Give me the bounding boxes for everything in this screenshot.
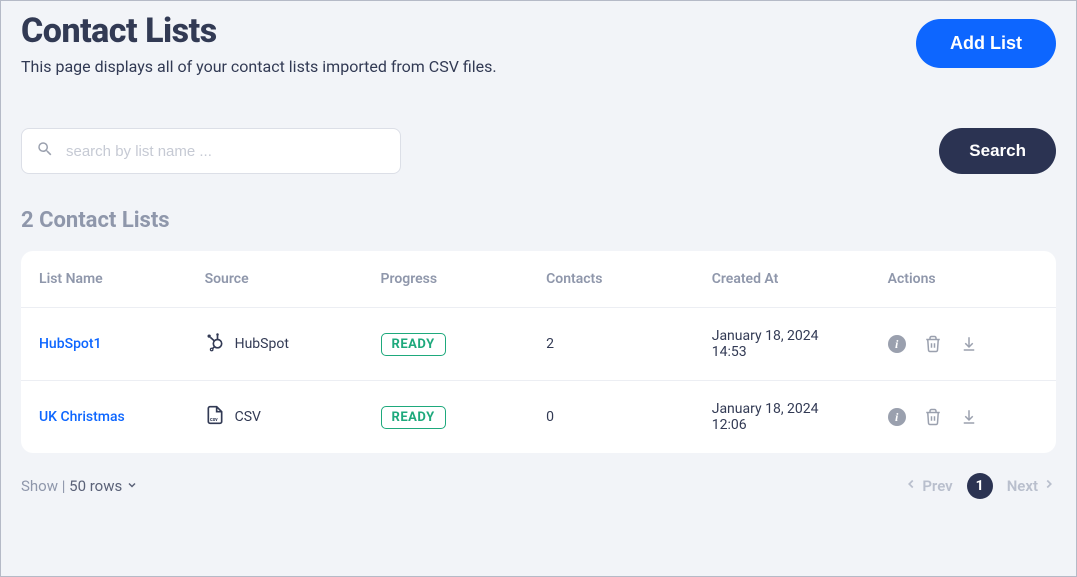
trash-icon[interactable] — [924, 408, 942, 426]
search-box[interactable] — [21, 128, 401, 174]
search-input[interactable] — [66, 143, 386, 160]
show-label: Show — [21, 477, 58, 495]
list-name-link[interactable]: HubSpot1 — [39, 336, 102, 352]
info-icon[interactable]: i — [888, 335, 906, 353]
contacts-value: 2 — [528, 308, 694, 381]
info-icon[interactable]: i — [888, 408, 906, 426]
list-count-heading: 2 Contact Lists — [21, 208, 1056, 233]
trash-icon[interactable] — [924, 335, 942, 353]
progress-badge: READY — [381, 406, 446, 429]
page-title: Contact Lists — [21, 11, 497, 51]
created-at-value: January 18, 2024 12:06 — [694, 381, 870, 454]
table-row: HubSpot1 — [21, 308, 1056, 381]
download-icon[interactable] — [960, 408, 978, 426]
rows-select[interactable]: 50 rows — [69, 477, 138, 495]
chevron-left-icon — [904, 477, 918, 495]
next-button[interactable]: Next — [1007, 477, 1056, 495]
col-source: Source — [187, 251, 363, 308]
prev-button[interactable]: Prev — [904, 477, 952, 495]
col-contacts: Contacts — [528, 251, 694, 308]
page-subtitle: This page displays all of your contact l… — [21, 57, 497, 76]
contacts-value: 0 — [528, 381, 694, 454]
svg-text:csv: csv — [210, 417, 218, 423]
chevron-right-icon — [1042, 477, 1056, 495]
source-label: HubSpot — [235, 336, 289, 352]
progress-badge: READY — [381, 333, 446, 356]
col-progress: Progress — [363, 251, 529, 308]
chevron-down-icon — [126, 477, 138, 495]
list-name-link[interactable]: UK Christmas — [39, 409, 125, 425]
col-list-name: List Name — [21, 251, 187, 308]
col-created-at: Created At — [694, 251, 870, 308]
csv-file-icon: csv — [205, 405, 225, 429]
table-row: UK Christmas csv CSV READY — [21, 381, 1056, 454]
col-actions: Actions — [870, 251, 1056, 308]
contact-lists-table: List Name Source Progress Contacts Creat… — [21, 251, 1056, 453]
page-number[interactable]: 1 — [967, 473, 993, 499]
rows-per-page: Show | 50 rows — [21, 477, 138, 495]
source-label: CSV — [235, 409, 261, 425]
search-button[interactable]: Search — [939, 128, 1056, 174]
created-at-value: January 18, 2024 14:53 — [694, 308, 870, 381]
download-icon[interactable] — [960, 335, 978, 353]
add-list-button[interactable]: Add List — [916, 19, 1056, 68]
hubspot-icon — [205, 332, 225, 356]
search-icon — [36, 140, 54, 162]
